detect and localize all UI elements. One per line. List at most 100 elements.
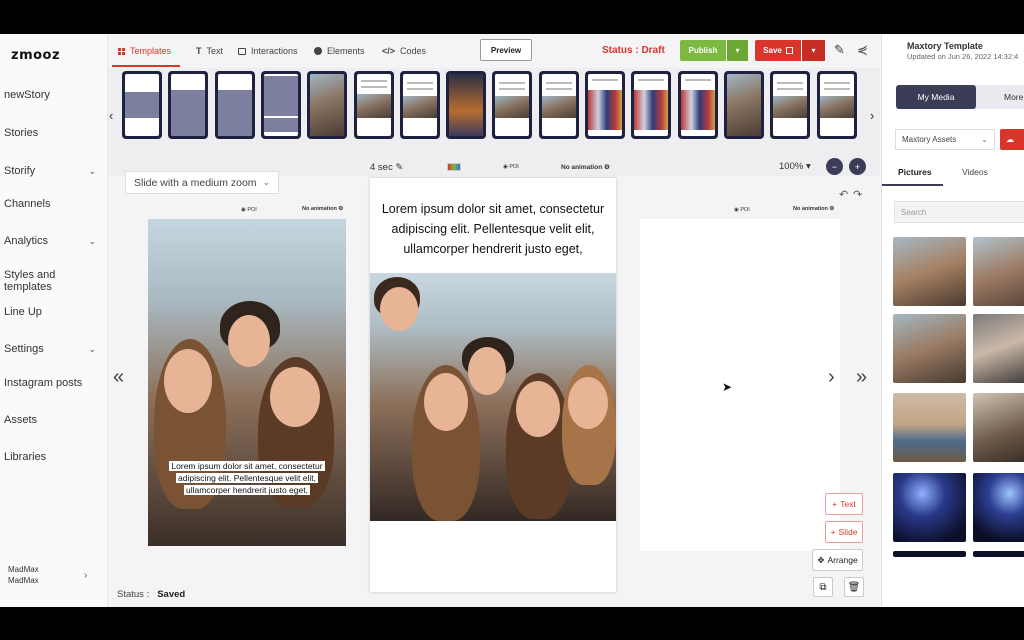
share-icon[interactable]: ⋞	[857, 42, 868, 58]
publish-button[interactable]: Publish	[680, 40, 726, 61]
sidebar-item-channels[interactable]: Channels	[4, 198, 104, 210]
template-thumbnail[interactable]	[122, 71, 162, 139]
user-info[interactable]: MadMax MadMax	[8, 564, 39, 586]
zoom-in-icon[interactable]: +	[849, 158, 866, 175]
media-thumbnail[interactable]	[973, 393, 1024, 462]
poi-toggle[interactable]: ◉ POI	[503, 164, 519, 170]
duplicate-icon[interactable]: ⧉	[813, 577, 833, 597]
media-thumbnail[interactable]	[973, 473, 1024, 542]
template-screen	[495, 74, 530, 136]
sidebar-item-newstory[interactable]: newStory	[4, 89, 104, 101]
template-thumbnail[interactable]	[816, 71, 857, 139]
upload-button[interactable]: ☁	[1000, 129, 1024, 150]
media-thumbnail[interactable]	[893, 473, 966, 542]
save-dropdown-icon[interactable]: ▾	[801, 40, 825, 61]
edit-icon[interactable]: ✎	[834, 42, 845, 58]
poi-toggle[interactable]: ◉ POI	[734, 207, 750, 213]
redo-icon[interactable]: ↷	[853, 188, 862, 201]
sidebar-item-instagram-posts[interactable]: Instagram posts	[4, 377, 104, 389]
current-slide[interactable]: Lorem ipsum dolor sit amet, consectetur …	[370, 178, 616, 592]
double-chevron-right-icon[interactable]: »	[856, 366, 867, 389]
zoom-out-icon[interactable]: −	[826, 158, 843, 175]
previous-slide[interactable]: Lorem ipsum dolor sit amet, consectetur …	[148, 219, 346, 546]
arrange-button[interactable]: ✥ Arrange	[812, 549, 863, 571]
trash-icon[interactable]: 🗑	[844, 577, 864, 597]
color-swatch-icon[interactable]	[447, 163, 461, 171]
media-thumbnail[interactable]	[893, 393, 966, 462]
add-text-button[interactable]: + Text	[825, 493, 863, 515]
chevron-right-icon[interactable]: ›	[84, 570, 87, 581]
sidebar-item-analytics[interactable]: Analytics ⌄	[4, 235, 104, 247]
double-chevron-left-icon[interactable]: «	[113, 366, 124, 389]
assets-select[interactable]: Maxtory Assets ⌄	[895, 129, 995, 150]
tab-underline	[882, 184, 943, 186]
sidebar-item-settings[interactable]: Settings ⌄	[4, 343, 104, 355]
template-thumbnail[interactable]	[538, 71, 579, 139]
slide-duration[interactable]: 4 sec ✎	[370, 162, 403, 173]
sidebar-item-libraries[interactable]: Libraries	[4, 451, 104, 463]
media-thumbnail[interactable]	[973, 551, 1024, 557]
poi-toggle[interactable]: ◉ POI	[241, 207, 257, 213]
tab-pictures[interactable]: Pictures	[898, 167, 932, 177]
preview-button[interactable]: Preview	[480, 39, 532, 61]
template-updated: Updated on Jun 26, 2022 14:32:4	[907, 52, 1019, 61]
template-thumbnail[interactable]	[307, 71, 348, 139]
media-thumbnail[interactable]	[973, 237, 1024, 306]
transition-select[interactable]: Slide with a medium zoom ⌄	[125, 171, 279, 194]
tab-interactions[interactable]: Interactions	[238, 46, 298, 56]
sidebar-item-label: Stories	[4, 127, 39, 139]
sidebar-item-storify[interactable]: Storify ⌄	[4, 165, 104, 177]
no-animation-toggle[interactable]: No animation ⚙	[561, 163, 610, 171]
sidebar-item-styles-and-templates[interactable]: Styles and templates	[4, 269, 104, 293]
tab-codes[interactable]: </> Codes	[382, 46, 426, 56]
no-animation-toggle[interactable]: No animation ⚙	[793, 206, 834, 212]
slide-text[interactable]: Lorem ipsum dolor sit amet, consectetur …	[376, 199, 610, 259]
add-slide-button[interactable]: + Slide	[825, 521, 863, 543]
template-thumbnail[interactable]	[260, 71, 301, 139]
template-thumbnail[interactable]	[168, 71, 209, 139]
sidebar-item-line-up[interactable]: Line Up	[4, 306, 104, 318]
assets-select-value: Maxtory Assets	[902, 135, 957, 144]
poi-label: POI	[247, 207, 257, 213]
sidebar-item-label: Styles and templates	[4, 269, 56, 293]
template-thumbnail[interactable]	[677, 71, 718, 139]
search-input[interactable]: Search	[894, 201, 1024, 223]
save-button[interactable]: Save	[755, 40, 801, 61]
slide-photo[interactable]	[370, 273, 616, 521]
template-thumbnail[interactable]	[770, 71, 811, 139]
my-media-tab[interactable]: My Media	[896, 85, 976, 109]
media-thumbnail[interactable]	[893, 237, 966, 306]
sidebar-item-assets[interactable]: Assets	[4, 414, 104, 426]
template-thumbnail[interactable]	[446, 71, 487, 139]
template-thumbnail[interactable]	[723, 71, 764, 139]
media-thumbnail[interactable]	[893, 314, 966, 383]
media-thumbnail[interactable]	[893, 551, 966, 557]
undo-icon[interactable]: ↶	[839, 188, 848, 201]
slide-caption[interactable]: Lorem ipsum dolor sit amet, consectetur …	[162, 460, 332, 496]
template-thumbnail[interactable]	[631, 71, 672, 139]
tab-templates[interactable]: Templates	[118, 46, 171, 56]
template-thumbnail[interactable]	[492, 71, 533, 139]
photo-shape	[568, 377, 608, 429]
strip-next-icon[interactable]: ›	[870, 108, 874, 123]
more-media-tab[interactable]: More med	[1004, 92, 1024, 102]
tab-text[interactable]: T Text	[196, 46, 223, 56]
next-slide[interactable]	[640, 219, 840, 551]
strip-prev-icon[interactable]: ‹	[109, 108, 113, 123]
tab-elements[interactable]: Elements	[314, 46, 365, 56]
caret-down-icon: ▾	[805, 161, 811, 172]
zoom-select[interactable]: 100% ▾	[779, 161, 811, 172]
sidebar-item-stories[interactable]: Stories	[4, 127, 104, 139]
chevron-right-icon[interactable]: ›	[828, 366, 835, 389]
template-thumbnail[interactable]	[399, 71, 440, 139]
no-animation-toggle[interactable]: No animation ⚙	[302, 206, 343, 212]
publish-dropdown-icon[interactable]: ▾	[726, 40, 748, 61]
tab-videos[interactable]: Videos	[962, 167, 988, 177]
template-thumbnail[interactable]	[585, 71, 625, 139]
media-thumbnail[interactable]	[973, 314, 1024, 383]
template-text-line	[638, 79, 665, 81]
status-label: Status :	[117, 589, 150, 600]
sidebar-item-label: Assets	[4, 414, 38, 426]
template-thumbnail[interactable]	[353, 71, 394, 139]
template-thumbnail[interactable]	[214, 71, 255, 139]
